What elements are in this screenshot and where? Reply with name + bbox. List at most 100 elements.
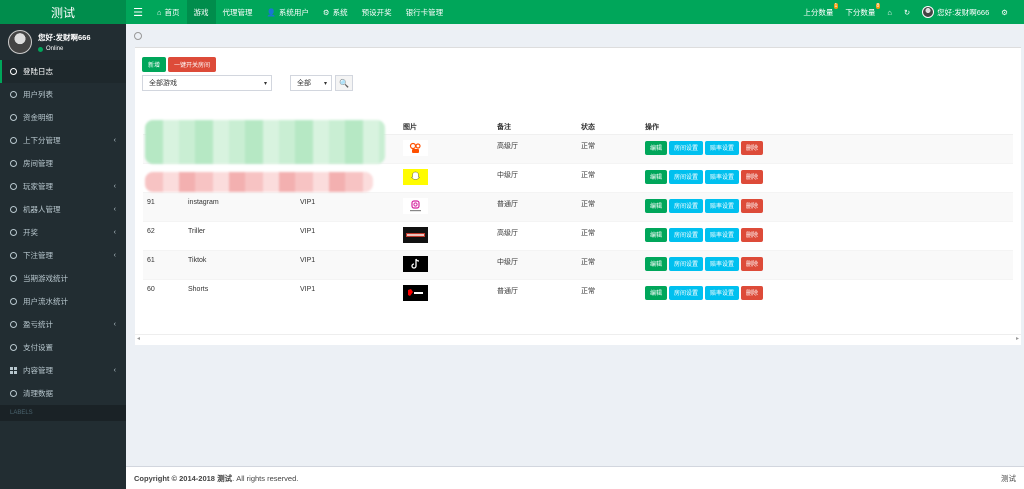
- cell-status: 正常: [581, 278, 645, 308]
- edit-button[interactable]: 编辑: [645, 227, 668, 242]
- instagram-logo-icon: [403, 197, 428, 214]
- cell-note: 高级厅: [497, 133, 581, 163]
- top-nav-item-5[interactable]: 预设开奖: [355, 0, 399, 24]
- delete-button[interactable]: 删除: [741, 140, 764, 155]
- top-nav-item-3[interactable]: 👤 系统用户: [260, 0, 316, 24]
- room-settings-button[interactable]: 房间设置: [669, 285, 704, 300]
- top-nav-item-4[interactable]: ⚙ 系统: [316, 0, 355, 24]
- sidebar-item-0[interactable]: 登陆日志: [0, 60, 126, 83]
- sidebar-item-8[interactable]: 下注管理 ‹: [0, 244, 126, 267]
- top-nav-item-1[interactable]: 游戏: [186, 0, 216, 24]
- odds-settings-button[interactable]: 赔率设置: [705, 227, 740, 242]
- table-header-cell: 图片: [403, 120, 497, 135]
- copyright-text: Copyright © 2014-2018 测试. All rights res…: [134, 473, 298, 484]
- cell-level: VIP1: [300, 191, 403, 221]
- edit-button[interactable]: 编辑: [645, 256, 668, 271]
- cell-name: Tiktok: [188, 249, 300, 279]
- cell-id: 61: [143, 249, 188, 279]
- user-menu[interactable]: 您好:发财啊666: [916, 0, 995, 24]
- cell-image: [403, 191, 497, 221]
- room-settings-button[interactable]: 房间设置: [669, 169, 704, 184]
- cell-status: 正常: [581, 249, 645, 279]
- sidebar-item-label: 玩家管理: [23, 182, 53, 191]
- odds-settings-button[interactable]: 赔率设置: [705, 169, 740, 184]
- sidebar-item-label: 用户列表: [23, 90, 53, 99]
- sidebar-item-12[interactable]: 支付设置: [0, 336, 126, 359]
- delete-button[interactable]: 删除: [741, 227, 764, 242]
- odds-settings-button[interactable]: 赔率设置: [705, 198, 740, 213]
- add-button[interactable]: 新增: [142, 57, 167, 72]
- toggle-rooms-button[interactable]: 一键开关房间: [168, 57, 217, 72]
- chevron-left-icon: ‹: [113, 206, 116, 213]
- top-nav: ⌂ 首页 游戏 代理管理 👤 系统用户 ⚙ 系统 预设开奖 银行卡管理: [150, 0, 450, 24]
- circle-icon: [10, 252, 17, 259]
- room-settings-button[interactable]: 房间设置: [669, 256, 704, 271]
- delete-button[interactable]: 删除: [741, 169, 764, 184]
- cell-id: 60: [143, 278, 188, 308]
- top-nav-item-0[interactable]: ⌂ 首页: [150, 0, 187, 24]
- chevron-left-icon: ‹: [113, 367, 116, 374]
- sidebar-item-14[interactable]: 清理数据: [0, 382, 126, 405]
- top-nav-label: 系统用户: [278, 7, 309, 17]
- tiktok-logo-icon: [403, 255, 428, 272]
- sidebar-toggle-icon[interactable]: ☰: [126, 6, 150, 19]
- cell-actions: 编辑 房间设置 赔率设置 删除: [645, 191, 1013, 221]
- delete-button[interactable]: 删除: [741, 198, 764, 213]
- refresh-icon[interactable]: ↻: [898, 0, 916, 24]
- circle-icon: [10, 137, 17, 144]
- sidebar-item-1[interactable]: 用户列表: [0, 83, 126, 106]
- sidebar-item-4[interactable]: 房间管理: [0, 152, 126, 175]
- search-button[interactable]: 🔍: [335, 75, 353, 91]
- horizontal-scrollbar[interactable]: ◂ ▸: [135, 334, 1021, 342]
- sidebar-item-13[interactable]: 内容管理 ‹: [0, 359, 126, 382]
- status-select[interactable]: 全部 ▾: [290, 75, 332, 91]
- scroll-left-icon[interactable]: ◂: [137, 335, 140, 342]
- circle-icon: [10, 298, 17, 305]
- circle-icon: [10, 275, 17, 282]
- odds-settings-button[interactable]: 赔率设置: [705, 140, 740, 155]
- odds-settings-button[interactable]: 赔率设置: [705, 256, 740, 271]
- sidebar-item-6[interactable]: 机器人管理 ‹: [0, 198, 126, 221]
- sidebar-menu: 登陆日志 用户列表 资金明细 上下分管理 ‹ 房间管理 玩家管理 ‹ 机器人管理 ‹ 开奖 ‹ 下注管理…: [0, 60, 126, 405]
- footer-right-text: 测试: [1001, 473, 1016, 483]
- sidebar-item-3[interactable]: 上下分管理 ‹: [0, 129, 126, 152]
- edit-button[interactable]: 编辑: [645, 198, 668, 213]
- sidebar-item-2[interactable]: 资金明细: [0, 106, 126, 129]
- chevron-down-icon: ▾: [323, 80, 327, 87]
- edit-button[interactable]: 编辑: [645, 140, 668, 155]
- top-nav-item-2[interactable]: 代理管理: [216, 0, 260, 24]
- sidebar-item-5[interactable]: 玩家管理 ‹: [0, 175, 126, 198]
- scroll-right-icon[interactable]: ▸: [1016, 335, 1019, 342]
- chevron-down-icon: ▾: [263, 80, 267, 87]
- sidebar-item-11[interactable]: 盈亏统计 ‹: [0, 313, 126, 336]
- settings-gear-icon[interactable]: ⚙: [995, 0, 1014, 24]
- room-settings-button[interactable]: 房间设置: [669, 227, 704, 242]
- game-select[interactable]: 全部游戏 ▾: [142, 75, 272, 91]
- chevron-left-icon: ‹: [113, 252, 116, 259]
- down-score-badge: 8: [875, 3, 881, 9]
- edit-button[interactable]: 编辑: [645, 285, 668, 300]
- toolbar: 新增 一键开关房间: [142, 57, 217, 72]
- up-score-count[interactable]: 上分数量 1: [797, 0, 839, 24]
- brand-logo[interactable]: 测试: [0, 0, 126, 24]
- sidebar-item-10[interactable]: 用户流水统计: [0, 290, 126, 313]
- online-dot-icon: [38, 46, 43, 52]
- copyright-suffix: . All rights reserved.: [232, 473, 299, 483]
- room-settings-button[interactable]: 房间设置: [669, 140, 704, 155]
- room-settings-button[interactable]: 房间设置: [669, 198, 704, 213]
- cell-image: [403, 220, 497, 250]
- delete-button[interactable]: 删除: [741, 256, 764, 271]
- table-row: 61 Tiktok VIP1 中级厅 正常 编辑 房间设置 赔率设置 删除: [143, 249, 1013, 279]
- delete-button[interactable]: 删除: [741, 285, 764, 300]
- table-row: 62 Triller VIP1 高级厅 正常 编辑 房间设置 赔率设置 删除: [143, 220, 1013, 250]
- home-icon[interactable]: ⌂: [881, 0, 898, 24]
- edit-button[interactable]: 编辑: [645, 169, 668, 184]
- down-score-count[interactable]: 下分数量 8: [839, 0, 881, 24]
- cell-name: Shorts: [188, 278, 300, 308]
- top-nav-item-6[interactable]: 银行卡管理: [399, 0, 451, 24]
- odds-settings-button[interactable]: 赔率设置: [705, 285, 740, 300]
- cell-actions: 编辑 房间设置 赔率设置 删除: [645, 249, 1013, 279]
- sidebar-item-9[interactable]: 当期游戏统计: [0, 267, 126, 290]
- sidebar-item-7[interactable]: 开奖 ‹: [0, 221, 126, 244]
- refresh-circle-icon[interactable]: [134, 32, 142, 40]
